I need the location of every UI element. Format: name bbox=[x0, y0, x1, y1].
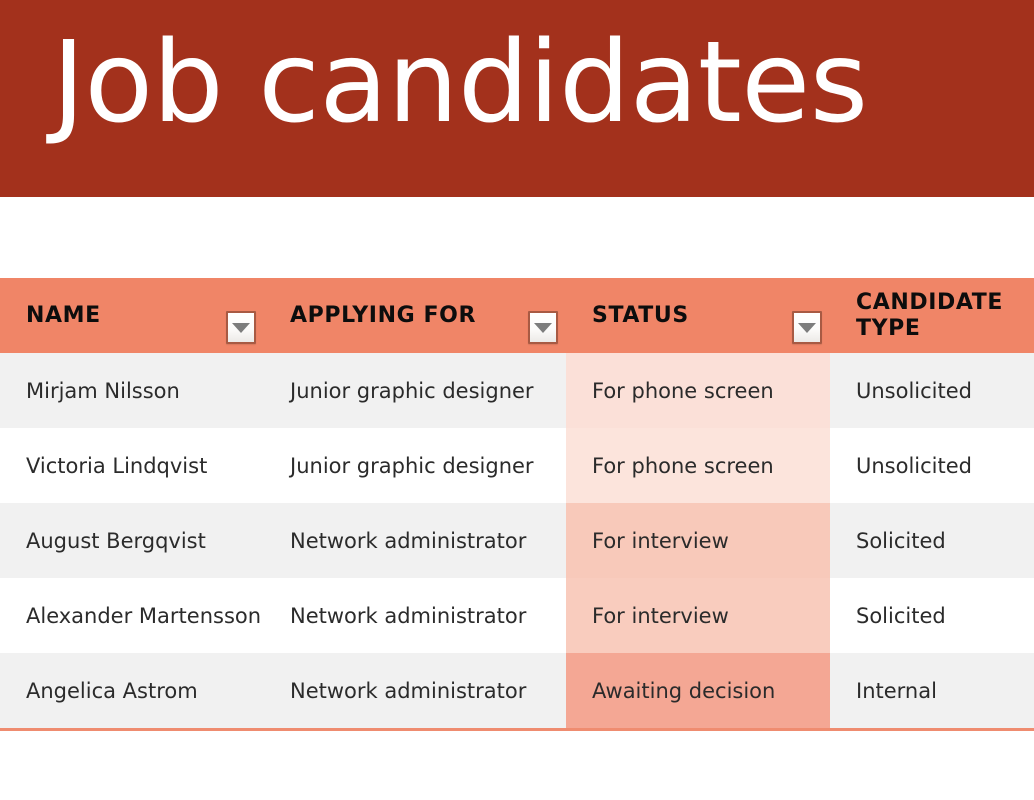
cell-name: Mirjam Nilsson bbox=[0, 353, 264, 428]
cell-status: For interview bbox=[566, 503, 830, 578]
table-body: Mirjam Nilsson Junior graphic designer F… bbox=[0, 353, 1034, 728]
cell-candidate-type: Solicited bbox=[830, 578, 1034, 653]
column-header-applying-for-label: APPLYING FOR bbox=[290, 302, 476, 328]
cell-name: Alexander Martensson bbox=[0, 578, 264, 653]
cell-name: August Bergqvist bbox=[0, 503, 264, 578]
cell-applying-for: Junior graphic designer bbox=[264, 353, 566, 428]
cell-applying-for: Junior graphic designer bbox=[264, 428, 566, 503]
candidates-table: NAME APPLYING FOR STATUS CANDIDATE TYPE … bbox=[0, 278, 1034, 728]
cell-applying-for: Network administrator bbox=[264, 503, 566, 578]
filter-button-applying-for[interactable] bbox=[528, 311, 558, 344]
table-bottom-rule bbox=[0, 728, 1034, 731]
chevron-down-icon bbox=[534, 322, 552, 333]
column-header-candidate-type[interactable]: CANDIDATE TYPE bbox=[830, 278, 1034, 353]
table-header: NAME APPLYING FOR STATUS CANDIDATE TYPE bbox=[0, 278, 1034, 353]
chevron-down-icon bbox=[232, 322, 250, 333]
filter-button-status[interactable] bbox=[792, 311, 822, 344]
cell-candidate-type: Unsolicited bbox=[830, 353, 1034, 428]
cell-status: For interview bbox=[566, 578, 830, 653]
cell-candidate-type: Internal bbox=[830, 653, 1034, 728]
column-header-status-label: STATUS bbox=[592, 302, 689, 328]
chevron-down-icon bbox=[798, 322, 816, 333]
cell-status: For phone screen bbox=[566, 353, 830, 428]
table-row[interactable]: Victoria Lindqvist Junior graphic design… bbox=[0, 428, 1034, 503]
cell-candidate-type: Unsolicited bbox=[830, 428, 1034, 503]
cell-name: Victoria Lindqvist bbox=[0, 428, 264, 503]
column-header-applying-for[interactable]: APPLYING FOR bbox=[264, 278, 566, 353]
cell-status: For phone screen bbox=[566, 428, 830, 503]
column-header-name[interactable]: NAME bbox=[0, 278, 264, 353]
title-banner: Job candidates bbox=[0, 0, 1034, 197]
column-header-candidate-type-label: CANDIDATE TYPE bbox=[856, 289, 1004, 341]
cell-applying-for: Network administrator bbox=[264, 653, 566, 728]
column-header-name-label: NAME bbox=[26, 302, 101, 328]
column-header-status[interactable]: STATUS bbox=[566, 278, 830, 353]
table-row[interactable]: Mirjam Nilsson Junior graphic designer F… bbox=[0, 353, 1034, 428]
cell-status: Awaiting decision bbox=[566, 653, 830, 728]
page-title: Job candidates bbox=[52, 18, 868, 148]
slide: Job candidates NAME APPLYING FOR STATUS … bbox=[0, 0, 1034, 800]
table-row[interactable]: August Bergqvist Network administrator F… bbox=[0, 503, 1034, 578]
table-row[interactable]: Alexander Martensson Network administrat… bbox=[0, 578, 1034, 653]
table-header-row: NAME APPLYING FOR STATUS CANDIDATE TYPE bbox=[0, 278, 1034, 353]
table-row[interactable]: Angelica Astrom Network administrator Aw… bbox=[0, 653, 1034, 728]
cell-applying-for: Network administrator bbox=[264, 578, 566, 653]
filter-button-name[interactable] bbox=[226, 311, 256, 344]
cell-candidate-type: Solicited bbox=[830, 503, 1034, 578]
cell-name: Angelica Astrom bbox=[0, 653, 264, 728]
candidates-table-wrapper: NAME APPLYING FOR STATUS CANDIDATE TYPE … bbox=[0, 278, 1034, 728]
